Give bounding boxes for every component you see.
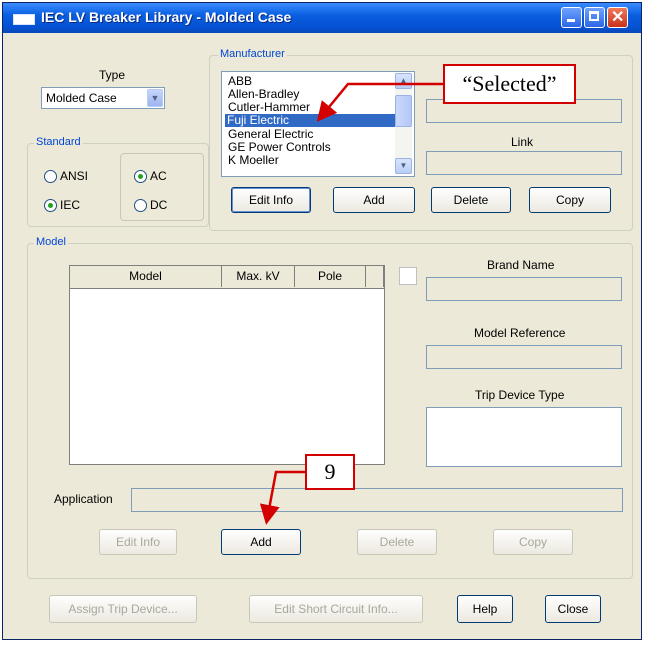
step-arrow bbox=[259, 470, 305, 525]
selected-arrow bbox=[316, 82, 443, 122]
annotation-arrows bbox=[259, 82, 443, 525]
